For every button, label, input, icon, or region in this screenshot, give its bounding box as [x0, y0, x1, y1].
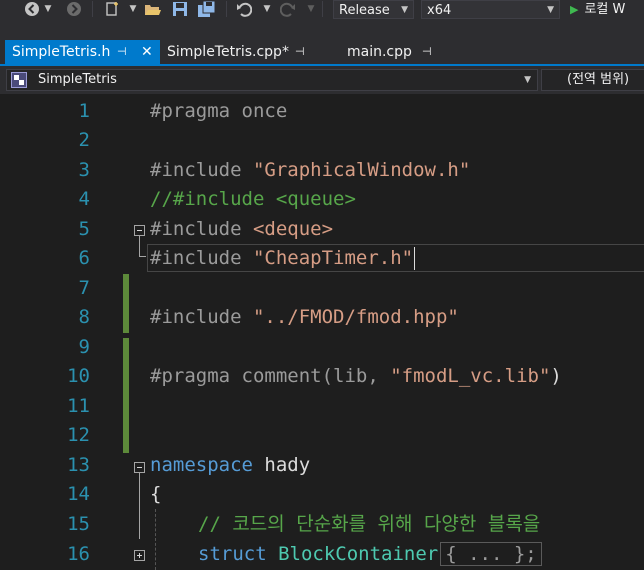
code-comment: //#include <queue>	[150, 188, 356, 210]
code-comment: // 코드의 단순화를 위해 다양한 블록을	[198, 513, 541, 535]
include-path: "GraphicalWindow.h"	[252, 159, 471, 181]
scope-dropdown[interactable]: SimpleTetris ▼	[6, 69, 538, 91]
preprocessor-directive: #include	[150, 306, 253, 328]
line-number: 11	[67, 395, 90, 417]
save-all-icon[interactable]	[196, 0, 218, 18]
tab-label: SimpleTetris.cpp*	[167, 44, 289, 60]
chevron-down-icon: ▼	[547, 5, 554, 15]
toolbar-separator	[322, 1, 323, 17]
preprocessor-directive: #include	[150, 218, 253, 240]
run-label: 로컬 W	[584, 2, 626, 17]
new-project-dropdown-icon[interactable]: ▼	[128, 0, 138, 18]
pin-icon[interactable]: ⊣	[422, 40, 432, 64]
code-line: 14 {	[0, 480, 644, 509]
tab-label: SimpleTetris.h	[12, 44, 111, 60]
code-line: 2	[0, 126, 644, 155]
preprocessor-directive: #include	[150, 247, 253, 269]
save-icon[interactable]	[170, 0, 190, 18]
project-icon	[11, 72, 27, 88]
line-number: 6	[78, 247, 90, 269]
line-number: 4	[78, 188, 90, 210]
open-brace: {	[150, 483, 162, 505]
code-editor[interactable]: 1 #pragma once 2 3 #include "GraphicalWi…	[0, 94, 644, 570]
document-tab-bar: SimpleTetris.h ⊣ ✕ SimpleTetris.cpp* ⊣ m…	[0, 40, 644, 64]
main-toolbar: ▼ ▼ ▼ ▼ Release ▼ x64 ▼ ▶ 로컬 W	[0, 0, 644, 40]
keyword: struct	[198, 543, 267, 565]
code-text: #pragma once	[150, 100, 288, 122]
namespace-name: hady	[252, 454, 311, 476]
code-line: 11	[0, 392, 644, 421]
member-dropdown[interactable]: (전역 범위)	[541, 69, 644, 91]
play-icon: ▶	[570, 3, 579, 16]
platform-dropdown[interactable]: x64 ▼	[421, 0, 560, 19]
close-icon[interactable]: ✕	[141, 40, 153, 64]
code-line: 6 #include "CheapTimer.h"	[0, 244, 644, 273]
navigation-bar: SimpleTetris ▼ (전역 범위)	[0, 66, 644, 94]
text-caret	[414, 247, 416, 270]
pin-icon[interactable]: ⊣	[295, 40, 305, 64]
line-number: 3	[78, 159, 90, 181]
member-value: (전역 범위)	[567, 72, 630, 87]
preprocessor-directive: #pragma	[150, 365, 242, 387]
line-number: 10	[67, 365, 90, 387]
include-path: <deque>	[252, 218, 334, 240]
undo-icon[interactable]	[234, 0, 254, 18]
line-number: 9	[78, 336, 90, 358]
pin-icon[interactable]: ⊣	[117, 40, 127, 64]
start-debugging-button[interactable]: ▶ 로컬 W	[570, 0, 625, 19]
undo-dropdown-icon[interactable]: ▼	[262, 0, 272, 18]
code-line: 7	[0, 274, 644, 303]
chevron-down-icon: ▼	[401, 5, 408, 15]
include-path: "CheapTimer.h"	[252, 247, 414, 269]
configuration-dropdown[interactable]: Release ▼	[333, 0, 414, 19]
back-icon[interactable]	[22, 0, 42, 18]
tab-simpletetris-h[interactable]: SimpleTetris.h ⊣ ✕	[5, 40, 160, 64]
line-number: 7	[78, 277, 90, 299]
line-number: 8	[78, 306, 90, 328]
code-line: 1 #pragma once	[0, 97, 644, 126]
struct-name: BlockContainer	[266, 543, 439, 565]
include-path: "../FMOD/fmod.hpp"	[252, 306, 459, 328]
code-punctuation: )	[550, 365, 562, 387]
line-number: 14	[67, 483, 90, 505]
new-project-icon[interactable]	[102, 0, 122, 18]
open-file-icon[interactable]	[143, 0, 163, 18]
toolbar-separator	[92, 1, 93, 17]
code-line: 8 #include "../FMOD/fmod.hpp"	[0, 303, 644, 332]
tab-main-cpp[interactable]: main.cpp ⊣	[340, 40, 450, 64]
line-number: 2	[78, 129, 90, 151]
forward-icon[interactable]	[64, 0, 84, 18]
line-number: 16	[67, 543, 90, 565]
code-line: 16 struct BlockContainer{ ... };	[0, 540, 644, 569]
redo-dropdown-icon[interactable]: ▼	[306, 0, 316, 18]
toolbar-separator	[226, 1, 227, 17]
code-line: 13 namespace hady	[0, 451, 644, 480]
tab-simpletetris-cpp[interactable]: SimpleTetris.cpp* ⊣	[160, 40, 325, 64]
line-number: 13	[67, 454, 90, 476]
platform-value: x64	[427, 3, 452, 18]
code-line: 9	[0, 333, 644, 362]
code-line: 12	[0, 421, 644, 450]
scope-value: SimpleTetris	[38, 72, 117, 87]
line-number: 15	[67, 513, 90, 535]
redo-icon[interactable]	[278, 0, 298, 18]
configuration-value: Release	[339, 3, 390, 18]
code-line: 15 // 코드의 단순화를 위해 다양한 블록을	[0, 510, 644, 539]
back-dropdown-icon[interactable]: ▼	[43, 0, 53, 18]
chevron-down-icon: ▼	[524, 75, 531, 85]
preprocessor-directive: #include	[150, 159, 253, 181]
line-number: 1	[78, 100, 90, 122]
code-line: 3 #include "GraphicalWindow.h"	[0, 156, 644, 185]
library-name: "fmodL_vc.lib"	[390, 365, 551, 387]
code-line: 4 //#include <queue>	[0, 185, 644, 214]
code-line: 5 #include <deque>	[0, 215, 644, 244]
pragma-keyword: comment	[241, 365, 322, 387]
collapsed-block[interactable]: { ... };	[440, 542, 542, 566]
line-number: 12	[67, 424, 90, 446]
line-number: 5	[78, 218, 90, 240]
tab-label: main.cpp	[347, 44, 412, 60]
keyword: namespace	[150, 454, 253, 476]
code-punctuation: (lib,	[321, 365, 391, 387]
code-line: 10 #pragma comment(lib, "fmodL_vc.lib")	[0, 362, 644, 391]
